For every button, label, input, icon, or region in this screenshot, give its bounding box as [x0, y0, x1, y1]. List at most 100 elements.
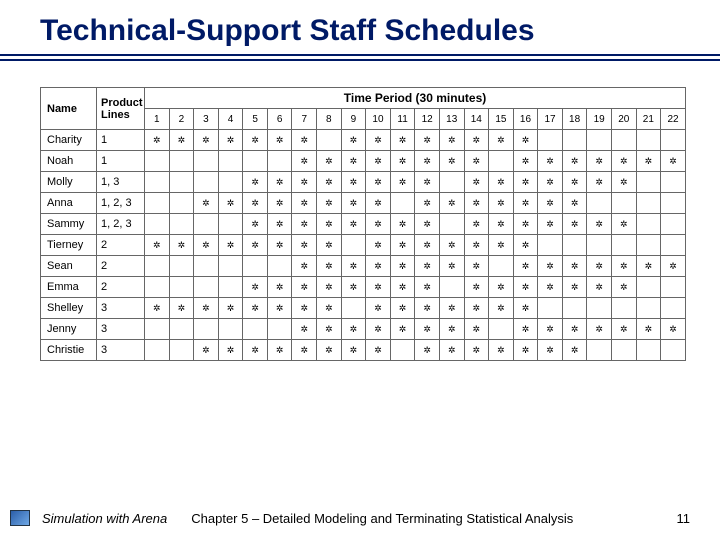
cell-slot: ✲	[292, 319, 317, 340]
cell-slot: ✲	[292, 214, 317, 235]
table-row: Molly1, 3✲✲✲✲✲✲✲✲✲✲✲✲✲✲✲	[41, 172, 686, 193]
cell-slot	[267, 256, 292, 277]
header-period-10: 10	[366, 109, 391, 130]
cell-slot	[489, 151, 514, 172]
table-row: Christie3✲✲✲✲✲✲✲✲✲✲✲✲✲✲✲	[41, 340, 686, 361]
cell-slot: ✲	[366, 319, 391, 340]
cell-slot: ✲	[366, 193, 391, 214]
cell-slot: ✲	[611, 151, 636, 172]
cell-slot	[611, 340, 636, 361]
cell-slot	[661, 277, 686, 298]
cell-slot: ✲	[317, 340, 342, 361]
cell-slot	[439, 277, 464, 298]
cell-slot: ✲	[218, 298, 243, 319]
cell-slot: ✲	[636, 256, 661, 277]
header-period-5: 5	[243, 109, 268, 130]
cell-slot: ✲	[415, 235, 440, 256]
cell-slot	[587, 193, 612, 214]
table-row: Sean2✲✲✲✲✲✲✲✲✲✲✲✲✲✲✲	[41, 256, 686, 277]
cell-slot	[169, 172, 194, 193]
cell-slot	[218, 214, 243, 235]
cell-slot	[661, 340, 686, 361]
cell-slot	[243, 151, 268, 172]
slide-footer: Simulation with Arena Chapter 5 – Detail…	[0, 510, 720, 526]
cell-slot: ✲	[366, 235, 391, 256]
cell-slot: ✲	[636, 151, 661, 172]
cell-slot: ✲	[513, 193, 538, 214]
header-period-16: 16	[513, 109, 538, 130]
cell-name: Sammy	[41, 214, 97, 235]
cell-slot: ✲	[169, 130, 194, 151]
cell-product-lines: 1, 3	[97, 172, 145, 193]
cell-slot: ✲	[562, 193, 587, 214]
cell-slot: ✲	[292, 298, 317, 319]
cell-slot: ✲	[611, 277, 636, 298]
cell-slot: ✲	[341, 214, 366, 235]
cell-slot: ✲	[513, 277, 538, 298]
cell-slot	[636, 235, 661, 256]
cell-slot: ✲	[464, 130, 489, 151]
cell-slot: ✲	[415, 277, 440, 298]
cell-slot	[218, 277, 243, 298]
cell-slot: ✲	[194, 130, 219, 151]
cell-product-lines: 1, 2, 3	[97, 214, 145, 235]
cell-slot: ✲	[390, 256, 415, 277]
cell-slot: ✲	[366, 340, 391, 361]
cell-slot: ✲	[538, 151, 563, 172]
cell-slot: ✲	[317, 298, 342, 319]
cell-slot: ✲	[218, 130, 243, 151]
cell-slot: ✲	[538, 172, 563, 193]
cell-slot: ✲	[415, 256, 440, 277]
cell-slot	[390, 340, 415, 361]
cell-slot: ✲	[587, 151, 612, 172]
cell-slot	[636, 277, 661, 298]
cell-slot	[194, 151, 219, 172]
footer-chapter: Chapter 5 – Detailed Modeling and Termin…	[191, 511, 676, 526]
cell-slot: ✲	[439, 298, 464, 319]
cell-name: Anna	[41, 193, 97, 214]
table-row: Anna1, 2, 3✲✲✲✲✲✲✲✲✲✲✲✲✲✲✲	[41, 193, 686, 214]
cell-slot: ✲	[194, 340, 219, 361]
cell-slot: ✲	[341, 193, 366, 214]
cell-slot: ✲	[636, 319, 661, 340]
cell-slot: ✲	[562, 277, 587, 298]
cell-slot: ✲	[538, 214, 563, 235]
cell-slot	[562, 235, 587, 256]
cell-slot: ✲	[464, 172, 489, 193]
cell-slot	[194, 214, 219, 235]
cell-slot: ✲	[243, 298, 268, 319]
cell-slot	[145, 214, 170, 235]
cell-slot	[611, 130, 636, 151]
table-header-row-1: Name Product Lines Time Period (30 minut…	[41, 88, 686, 109]
cell-slot	[538, 235, 563, 256]
cell-slot: ✲	[366, 151, 391, 172]
cell-slot: ✲	[513, 340, 538, 361]
cell-slot: ✲	[390, 151, 415, 172]
cell-slot: ✲	[513, 256, 538, 277]
header-name: Name	[41, 88, 97, 130]
cell-slot: ✲	[489, 193, 514, 214]
cell-slot: ✲	[317, 277, 342, 298]
cell-slot	[169, 151, 194, 172]
cell-slot: ✲	[439, 151, 464, 172]
cell-slot	[587, 340, 612, 361]
cell-slot: ✲	[489, 172, 514, 193]
cell-slot	[194, 172, 219, 193]
cell-name: Noah	[41, 151, 97, 172]
cell-product-lines: 3	[97, 298, 145, 319]
cell-slot	[243, 256, 268, 277]
cell-slot: ✲	[464, 235, 489, 256]
header-period-3: 3	[194, 109, 219, 130]
cell-product-lines: 1	[97, 130, 145, 151]
cell-slot: ✲	[587, 214, 612, 235]
table-row: Tierney2✲✲✲✲✲✲✲✲✲✲✲✲✲✲✲	[41, 235, 686, 256]
cell-slot: ✲	[366, 214, 391, 235]
cell-slot: ✲	[415, 151, 440, 172]
book-logo-icon	[10, 510, 30, 526]
cell-slot: ✲	[292, 130, 317, 151]
table-row: Emma2✲✲✲✲✲✲✲✲✲✲✲✲✲✲✲	[41, 277, 686, 298]
cell-slot	[169, 277, 194, 298]
cell-slot: ✲	[317, 193, 342, 214]
header-period-21: 21	[636, 109, 661, 130]
table-body: Charity1✲✲✲✲✲✲✲✲✲✲✲✲✲✲✲Noah1✲✲✲✲✲✲✲✲✲✲✲✲…	[41, 130, 686, 361]
